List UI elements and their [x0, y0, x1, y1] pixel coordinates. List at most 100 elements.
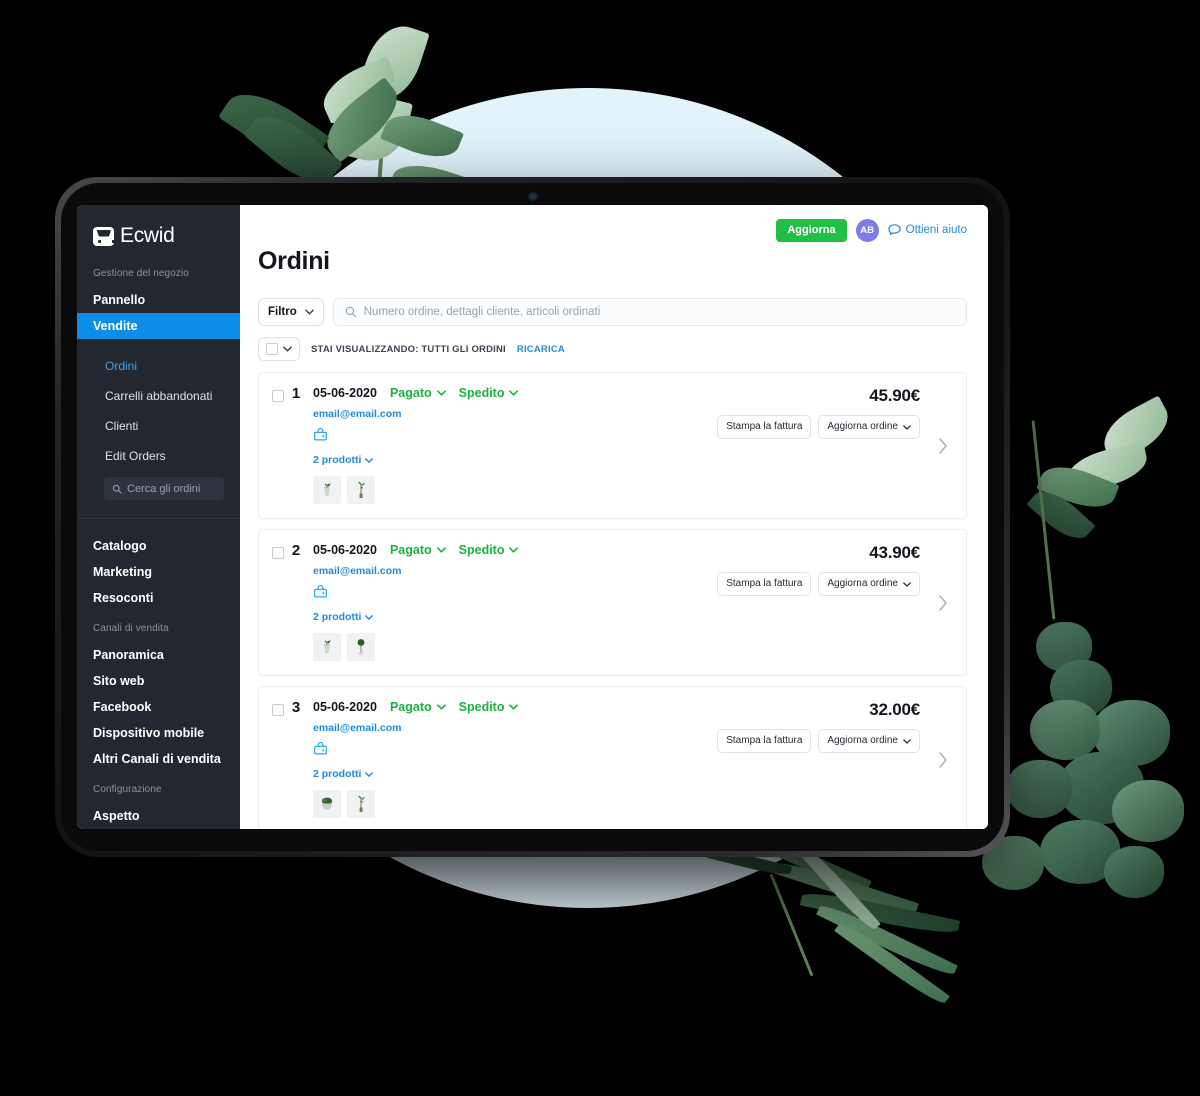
print-invoice-button[interactable]: Stampa la fattura	[717, 572, 812, 596]
order-date: 05-06-2020	[313, 700, 377, 714]
reload-link[interactable]: RICARICA	[517, 344, 565, 355]
payment-status-dropdown[interactable]: Pagato	[390, 700, 446, 714]
sidebar-item-ordini[interactable]: Ordini	[77, 351, 240, 381]
get-help-label: Ottieni aiuto	[905, 224, 967, 236]
update-order-button[interactable]: Aggiorna ordine	[818, 572, 920, 596]
sidebar-item-sito-web[interactable]: Sito web	[77, 668, 240, 694]
shopping-bag-icon	[313, 584, 518, 599]
product-thumbnails	[313, 790, 518, 818]
customer-email[interactable]: email@email.com	[313, 408, 518, 420]
upgrade-button[interactable]: Aggiorna	[776, 218, 847, 242]
products-count-label: 2 prodotti	[313, 611, 362, 623]
shipping-status-dropdown[interactable]: Spedito	[459, 700, 519, 714]
search-input[interactable]: Numero ordine, dettagli cliente, articol…	[332, 298, 967, 326]
chat-bubble-icon	[887, 224, 901, 236]
shipping-status-dropdown[interactable]: Spedito	[459, 386, 519, 400]
product-thumbnail[interactable]	[313, 476, 341, 504]
products-count-label: 2 prodotti	[313, 454, 362, 466]
shipping-status-label: Spedito	[458, 386, 505, 400]
product-thumbnail[interactable]	[347, 790, 375, 818]
sidebar-item-marketing[interactable]: Marketing	[77, 559, 240, 585]
get-help-button[interactable]: Ottieni aiuto	[887, 224, 967, 236]
update-order-label: Aggiorna ordine	[827, 578, 898, 589]
sidebar-section-channels: Canali di vendita	[93, 623, 169, 634]
main-content: Aggiorna AB Ottieni aiuto Ordini Filtro …	[240, 205, 988, 829]
chevron-down-icon	[436, 704, 446, 710]
order-checkbox[interactable]	[272, 704, 284, 716]
brand-name: Ecwid	[120, 224, 175, 247]
brand-logo[interactable]: Ecwid	[77, 224, 240, 248]
update-order-button[interactable]: Aggiorna ordine	[818, 729, 920, 753]
order-card[interactable]: 2 05-06-2020 Pagato Spedito email@email.…	[258, 529, 967, 676]
expand-order-icon[interactable]	[938, 437, 949, 455]
filter-label: Filtro	[268, 306, 297, 318]
order-checkbox[interactable]	[272, 547, 284, 559]
sidebar-item-carrelli-abbandonati[interactable]: Carrelli abbandonati	[77, 381, 240, 411]
sidebar-item-panoramica[interactable]: Panoramica	[77, 642, 240, 668]
order-total: 32.00€	[869, 700, 920, 719]
print-invoice-button[interactable]: Stampa la fattura	[717, 415, 812, 439]
sidebar-item-resoconti[interactable]: Resoconti	[77, 585, 240, 611]
product-thumbnail[interactable]	[313, 633, 341, 661]
shipping-status-dropdown[interactable]: Spedito	[459, 543, 519, 557]
sidebar: Ecwid Gestione del negozio Pannello Vend…	[77, 205, 240, 829]
chevron-down-icon	[509, 390, 519, 396]
products-count-dropdown[interactable]: 2 prodotti	[313, 454, 374, 466]
avatar[interactable]: AB	[855, 218, 879, 242]
products-count-dropdown[interactable]: 2 prodotti	[313, 768, 374, 780]
chevron-down-icon	[509, 704, 519, 710]
sidebar-item-pannello[interactable]: Pannello	[77, 287, 240, 313]
product-thumbnail[interactable]	[347, 476, 375, 504]
payment-status-dropdown[interactable]: Pagato	[390, 386, 446, 400]
order-date: 05-06-2020	[313, 386, 377, 400]
chevron-down-icon	[903, 738, 911, 744]
order-total: 43.90€	[869, 543, 920, 562]
product-thumbnails	[313, 476, 518, 504]
sidebar-item-dispositivo-mobile[interactable]: Dispositivo mobile	[77, 720, 240, 746]
checkbox-icon[interactable]	[266, 343, 278, 355]
sidebar-search-input[interactable]: Cerca gli ordini	[104, 477, 224, 500]
sidebar-item-altri-canali[interactable]: Altri Canali di vendita	[77, 746, 240, 772]
chevron-down-icon	[283, 346, 292, 352]
top-bar: Aggiorna AB Ottieni aiuto	[240, 205, 988, 245]
chevron-down-icon	[365, 771, 374, 777]
expand-order-icon[interactable]	[938, 594, 949, 612]
sidebar-item-facebook[interactable]: Facebook	[77, 694, 240, 720]
filter-dropdown[interactable]: Filtro	[258, 298, 324, 326]
payment-status-dropdown[interactable]: Pagato	[390, 543, 446, 557]
sidebar-item-clienti[interactable]: Clienti	[77, 411, 240, 441]
order-body: 05-06-2020 Pagato Spedito email@email.co…	[308, 386, 519, 504]
order-details: 3 05-06-2020 Pagato Spedito email@email.…	[259, 699, 751, 818]
tablet-screen: Ecwid Gestione del negozio Pannello Vend…	[77, 205, 988, 829]
order-details: 2 05-06-2020 Pagato Spedito email@email.…	[259, 542, 751, 661]
payment-status-label: Pagato	[389, 700, 432, 714]
chevron-down-icon	[903, 424, 911, 430]
sidebar-item-vendite[interactable]: Vendite	[77, 313, 240, 339]
chevron-down-icon	[436, 547, 446, 553]
select-all-dropdown[interactable]	[258, 337, 300, 361]
sidebar-section-store: Gestione del negozio	[93, 268, 189, 279]
sidebar-item-edit-orders[interactable]: Edit Orders	[77, 441, 240, 471]
customer-email[interactable]: email@email.com	[313, 565, 518, 577]
sidebar-item-catalogo[interactable]: Catalogo	[77, 533, 240, 559]
update-order-label: Aggiorna ordine	[827, 421, 898, 432]
order-summary-line: 05-06-2020 Pagato Spedito	[313, 543, 519, 557]
order-checkbox[interactable]	[272, 390, 284, 402]
shipping-status-label: Spedito	[458, 543, 505, 557]
order-actions: 32.00€ Stampa la fattura Aggiorna ordine	[717, 700, 966, 818]
print-invoice-button[interactable]: Stampa la fattura	[717, 729, 812, 753]
chevron-down-icon	[436, 390, 446, 396]
sidebar-item-aspetto[interactable]: Aspetto	[77, 803, 240, 829]
expand-order-icon[interactable]	[938, 751, 949, 769]
customer-email[interactable]: email@email.com	[313, 722, 518, 734]
order-card[interactable]: 3 05-06-2020 Pagato Spedito email@email.…	[258, 686, 967, 829]
order-number: 3	[291, 699, 301, 716]
order-card[interactable]: 1 05-06-2020 Pagato Spedito email@email.…	[258, 372, 967, 519]
product-thumbnail[interactable]	[347, 633, 375, 661]
order-number: 2	[291, 542, 301, 559]
order-body: 05-06-2020 Pagato Spedito email@email.co…	[308, 700, 519, 818]
product-thumbnail[interactable]	[313, 790, 341, 818]
scene: Ecwid Gestione del negozio Pannello Vend…	[0, 0, 1200, 1096]
products-count-dropdown[interactable]: 2 prodotti	[313, 611, 374, 623]
update-order-button[interactable]: Aggiorna ordine	[818, 415, 920, 439]
